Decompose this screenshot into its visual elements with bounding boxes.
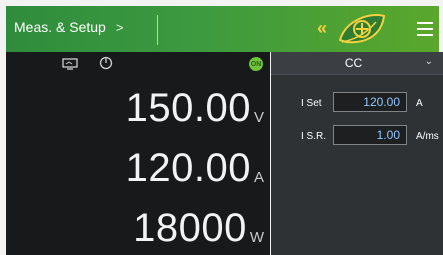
voltage-unit: V (253, 109, 264, 126)
chevron-down-icon: ⌄ (424, 56, 433, 67)
header-bar: Meas. & Setup > « (6, 6, 439, 52)
current-value: 120.00 (125, 146, 251, 190)
power-unit: W (249, 229, 264, 246)
device-screen: Meas. & Setup > « ON 150.00 V 120.00 A 1… (0, 0, 443, 255)
brand-logo-icon (338, 14, 386, 44)
voltage-value: 150.00 (125, 86, 251, 130)
chevron-right-icon: > (115, 19, 124, 35)
param-row-i-set: I Set 120.00 A (271, 92, 443, 114)
breadcrumb-label: Meas. & Setup (14, 19, 106, 35)
current-unit: A (253, 169, 264, 186)
measurement-panel: ON 150.00 V 120.00 A 18000 W (6, 52, 270, 255)
param-label: I S.R. (301, 131, 327, 142)
param-row-i-slew-rate: I S.R. 1.00 A/ms (271, 125, 443, 147)
monitor-icon[interactable] (62, 58, 78, 70)
i-set-input[interactable]: 120.00 (333, 92, 407, 112)
timer-icon[interactable] (99, 56, 113, 70)
param-unit: A (416, 98, 423, 109)
current-readout: 120.00 A (126, 148, 264, 188)
setup-panel: CC ⌄ I Set 120.00 A I S.R. 1.00 A/ms (271, 52, 443, 255)
power-readout: 18000 W (133, 208, 264, 248)
voltage-readout: 150.00 V (126, 88, 264, 128)
param-unit: A/ms (416, 131, 439, 142)
breadcrumb[interactable]: Meas. & Setup > (14, 19, 123, 35)
i-slew-rate-input[interactable]: 1.00 (333, 125, 407, 145)
power-value: 18000 (133, 206, 247, 250)
output-on-badge: ON (249, 57, 263, 71)
header-divider (157, 15, 158, 45)
collapse-button[interactable]: « (317, 18, 327, 39)
mode-select[interactable]: CC ⌄ (271, 52, 443, 75)
hamburger-menu-icon[interactable] (417, 22, 433, 36)
param-label: I Set (301, 98, 322, 109)
status-row: ON (6, 52, 270, 74)
mode-value: CC (344, 56, 363, 70)
